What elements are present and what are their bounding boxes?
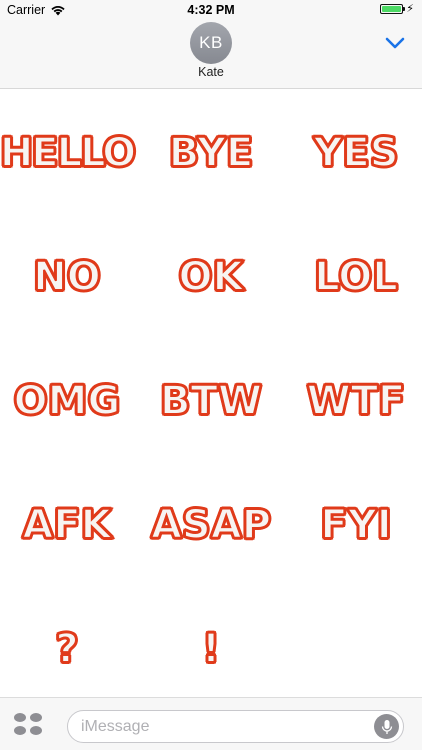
bolt-icon: ⚡︎ — [406, 3, 414, 15]
avatar[interactable]: KB — [190, 22, 232, 64]
status-right: ⚡︎ — [380, 3, 414, 15]
sticker-question-mark[interactable]: ? — [0, 619, 137, 679]
contact-name[interactable]: Kate — [0, 65, 422, 79]
app-drawer-icon[interactable] — [14, 713, 42, 735]
sticker-hello[interactable]: HELLO — [0, 123, 137, 183]
sticker-wtf[interactable]: WTF — [286, 371, 422, 431]
microphone-button[interactable] — [374, 714, 399, 739]
conversation-header: KB Kate — [0, 20, 422, 89]
sticker-fyi[interactable]: FYI — [286, 495, 422, 555]
chevron-down-icon — [385, 37, 405, 49]
app-drawer-dot — [30, 726, 42, 735]
sticker-exclamation-mark[interactable]: ! — [141, 619, 281, 679]
sticker-btw[interactable]: BTW — [141, 371, 281, 431]
battery-tip — [403, 7, 406, 11]
battery-icon — [380, 4, 406, 14]
collapse-button[interactable] — [384, 34, 406, 52]
status-time: 4:32 PM — [187, 3, 235, 17]
microphone-icon — [381, 719, 392, 734]
message-field[interactable] — [67, 710, 404, 743]
sticker-ok[interactable]: OK — [141, 247, 281, 307]
sticker-afk[interactable]: AFK — [0, 495, 137, 555]
sticker-lol[interactable]: LOL — [286, 247, 422, 307]
sticker-asap[interactable]: ASAP — [141, 495, 281, 555]
status-bar: Carrier 4:32 PM ⚡︎ — [0, 0, 422, 20]
message-input[interactable] — [81, 711, 371, 742]
sticker-yes[interactable]: YES — [286, 123, 422, 183]
app-drawer-dot — [14, 713, 26, 722]
sticker-grid: HELLO BYE YES NO OK LOL OMG BTW WTF AFK … — [0, 89, 422, 697]
battery-fill — [382, 6, 402, 12]
app-drawer-dot — [14, 726, 26, 735]
sticker-omg[interactable]: OMG — [0, 371, 137, 431]
compose-bar — [0, 697, 422, 750]
sticker-no[interactable]: NO — [0, 247, 137, 307]
app-drawer-dot — [30, 713, 42, 722]
sticker-bye[interactable]: BYE — [141, 123, 281, 183]
